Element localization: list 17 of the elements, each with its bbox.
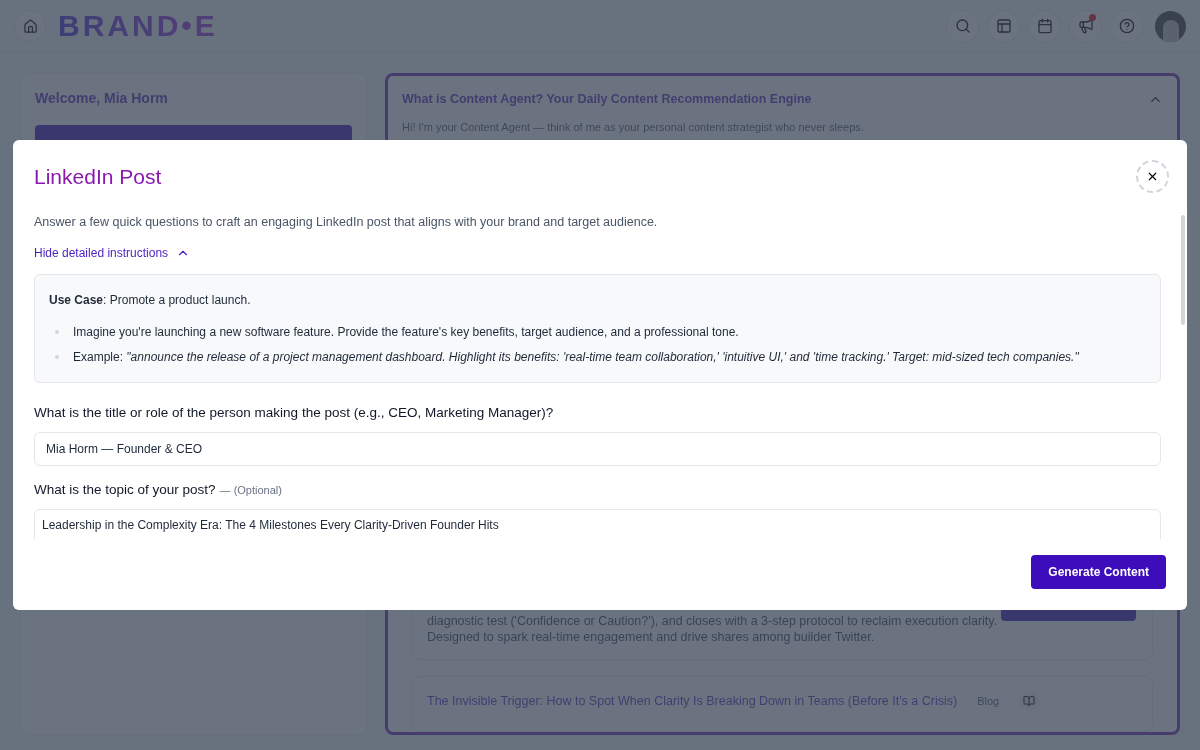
optional-hint: — (Optional) — [219, 483, 282, 498]
bullet-icon — [55, 329, 59, 334]
instructions-toggle[interactable]: Hide detailed instructions — [34, 243, 191, 262]
instruction-text: Example: "announce the release of a project management dashboard. Highlight its benefits: 'real-time team collaboration,' 'intuitive UI,' and 'time tracking.' Target: mid-sized tech companies." — [73, 348, 1079, 366]
bullet-icon — [55, 354, 59, 359]
question-label: What is the title or role of the person making the post (e.g., CEO, Marketing Manager)? — [34, 403, 554, 422]
scrollbar-thumb[interactable] — [1181, 215, 1185, 325]
instruction-text: Imagine you're launching a new software feature. Provide the feature's key benefits, target audience, and a professional tone. — [73, 323, 739, 341]
use-case-text: Use Case: Promote a product launch. — [49, 291, 252, 309]
close-button[interactable] — [1136, 160, 1169, 193]
question-label: What is the topic of your post? — [34, 481, 216, 499]
modal-description: Answer a few quick questions to craft an engaging LinkedIn post that aligns with your brand and target audience. — [34, 214, 659, 231]
input-field[interactable]: Mia Horm — Founder & CEO — [34, 432, 1161, 466]
modal-title: LinkedIn Post — [34, 163, 162, 190]
generate-content-button[interactable]: Generate Content — [1031, 555, 1166, 589]
text-area[interactable]: Leadership in the Complexity Era: The 4 Milestones Every Clarity-Driven Founder Hits — [34, 509, 1161, 539]
close-icon — [1146, 170, 1159, 183]
